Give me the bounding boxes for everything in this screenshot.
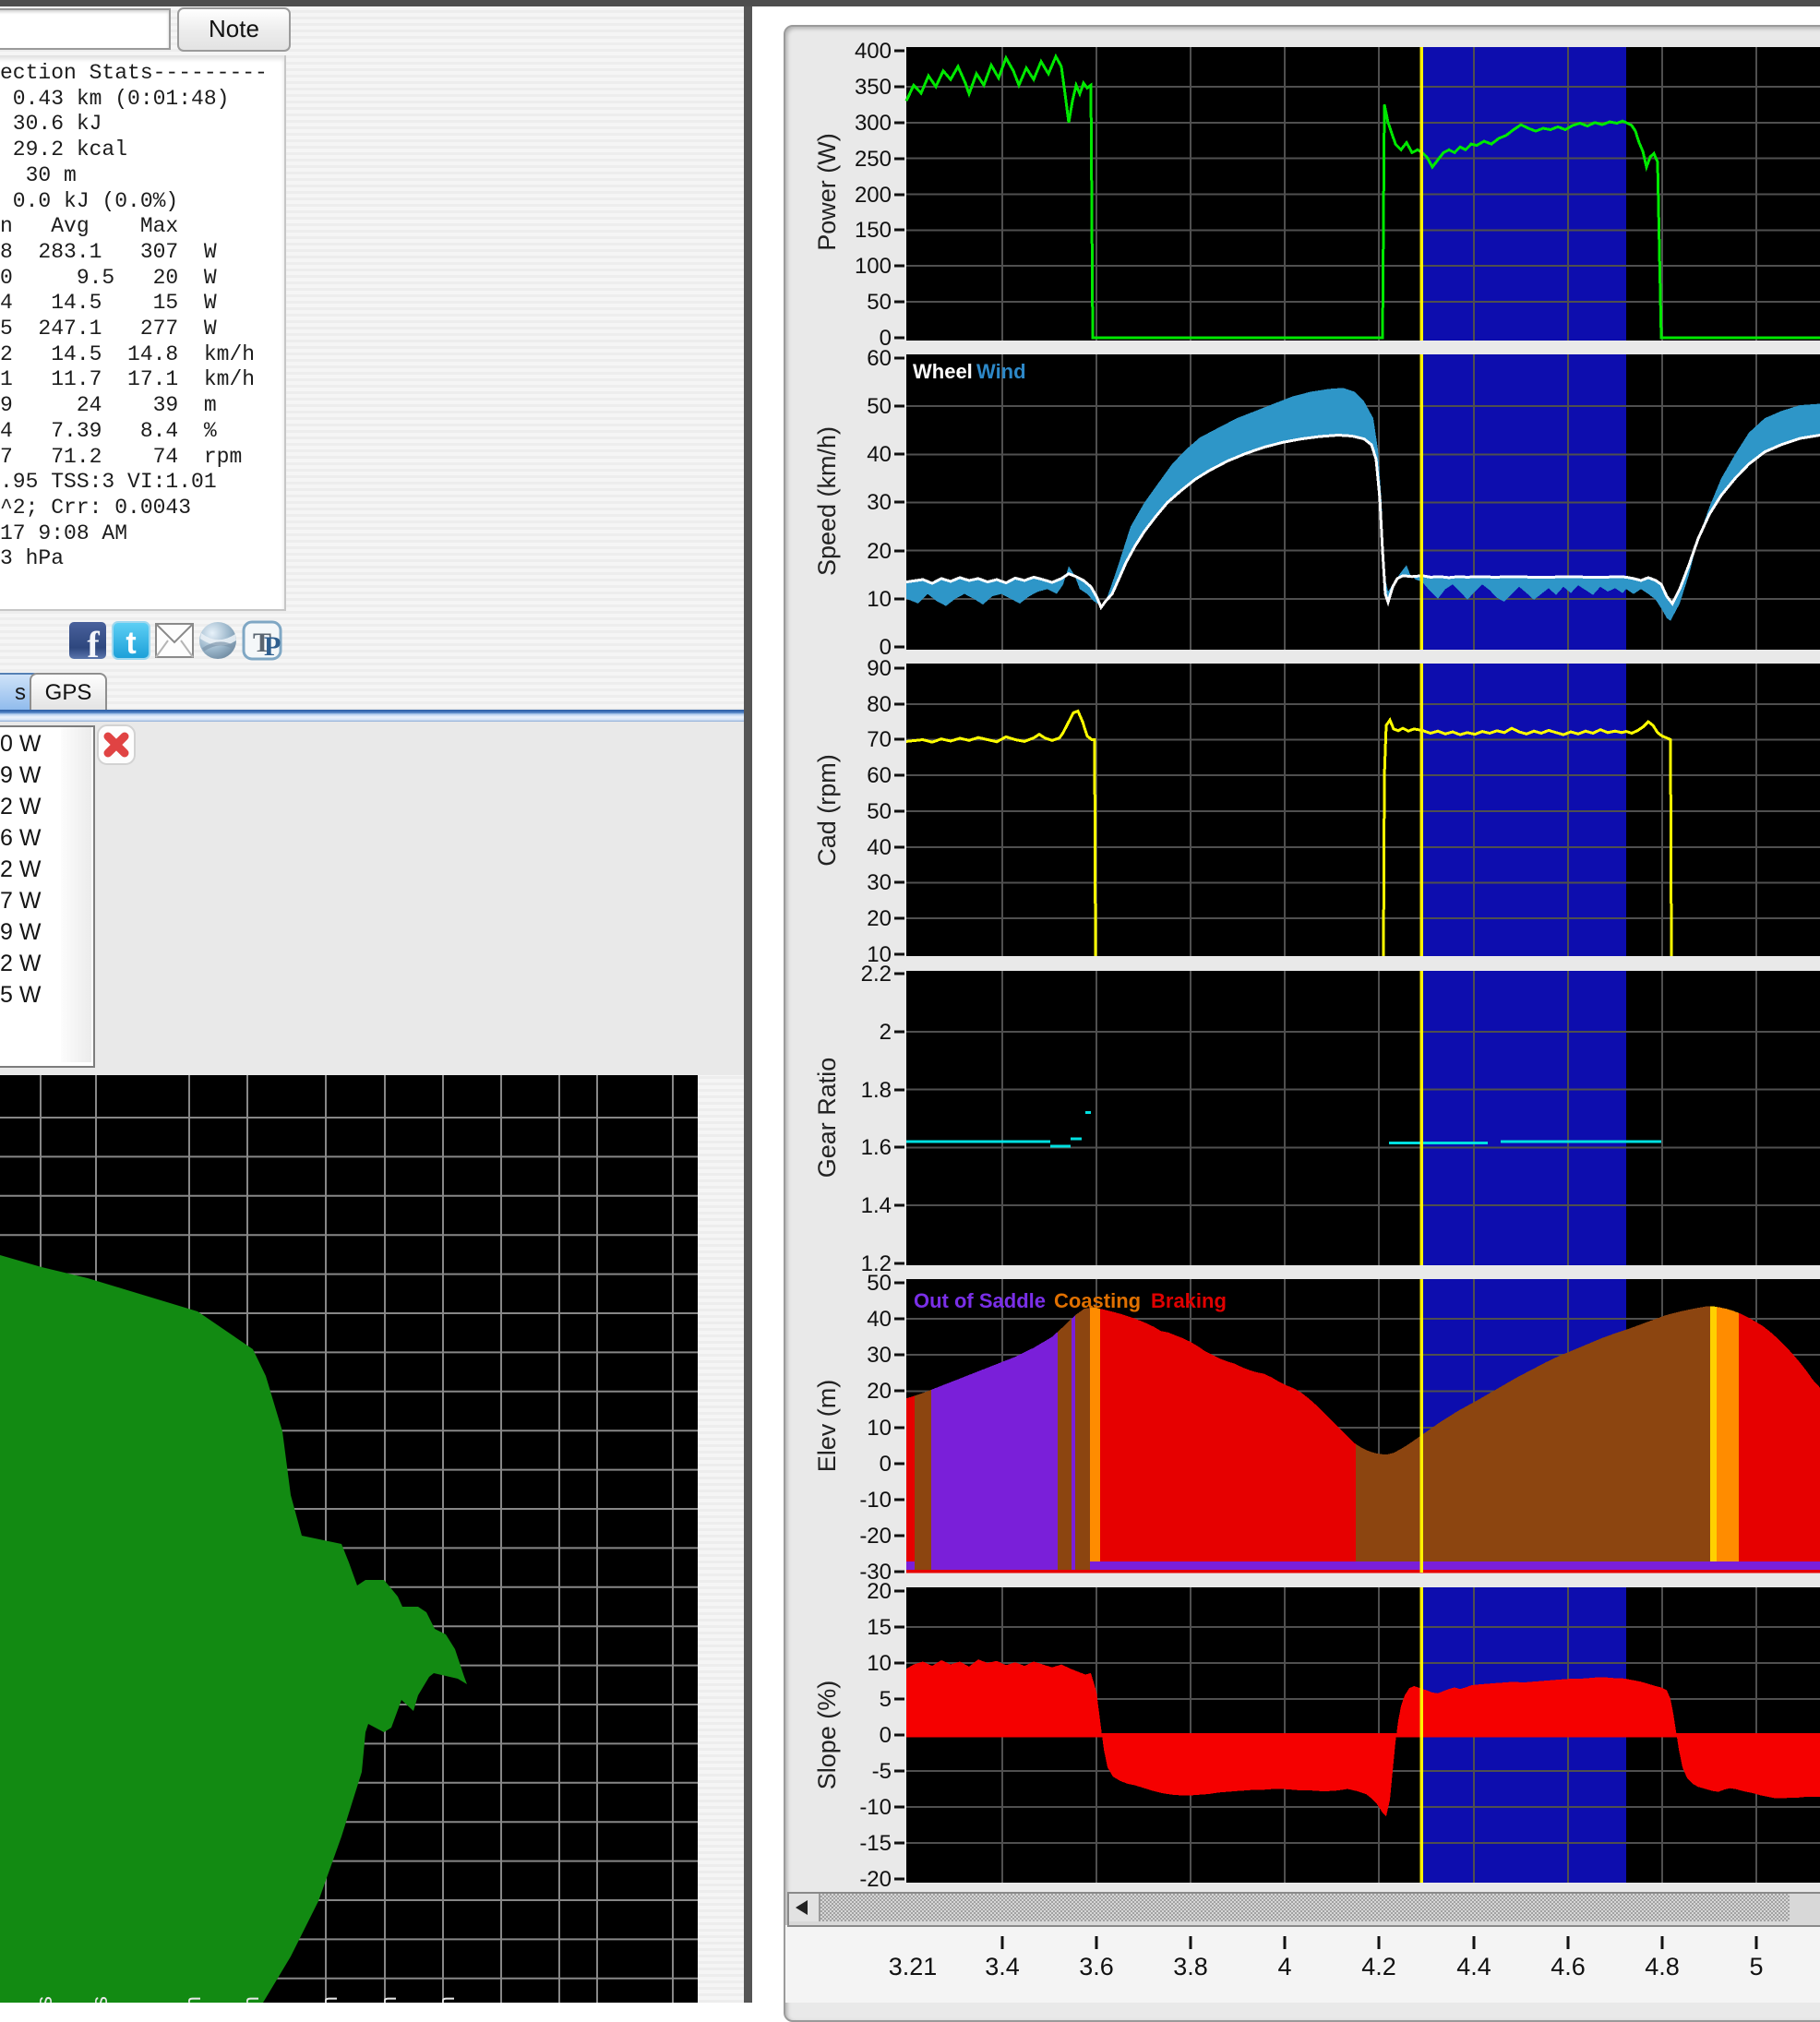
svg-text:50: 50 [867, 799, 892, 824]
svg-text:50: 50 [867, 290, 892, 315]
svg-text:150: 150 [855, 218, 892, 243]
svg-text:Slope (%): Slope (%) [813, 1681, 841, 1790]
svg-text:4.4: 4.4 [1456, 1953, 1491, 1980]
svg-text:10: 10 [867, 1416, 892, 1441]
svg-text:4: 4 [1277, 1953, 1291, 1980]
svg-text:400: 400 [855, 39, 892, 64]
svg-text:-20: -20 [859, 1524, 892, 1549]
svg-text:20: 20 [867, 906, 892, 931]
svg-text:40: 40 [867, 1307, 892, 1332]
svg-text:2: 2 [880, 1020, 892, 1045]
svg-text:40: 40 [867, 835, 892, 860]
svg-text:20: 20 [867, 1579, 892, 1604]
svg-text:Wind: Wind [976, 360, 1026, 383]
svg-text:Elev (m): Elev (m) [813, 1380, 841, 1473]
svg-text:30: 30 [867, 870, 892, 895]
svg-text:0: 0 [880, 1723, 892, 1748]
svg-text:350: 350 [855, 75, 892, 100]
svg-text:1.6: 1.6 [861, 1135, 892, 1160]
svg-text:Wheel: Wheel [913, 360, 973, 383]
svg-text:20: 20 [867, 539, 892, 564]
svg-text:10: 10 [867, 587, 892, 612]
svg-text:5: 5 [880, 1687, 892, 1712]
svg-text:Gear Ratio: Gear Ratio [813, 1058, 841, 1179]
svg-text:3.4: 3.4 [985, 1953, 1020, 1980]
svg-text:2.2: 2.2 [861, 962, 892, 987]
svg-text:-5: -5 [872, 1759, 892, 1784]
svg-text:4.8: 4.8 [1645, 1953, 1680, 1980]
svg-text:5: 5 [1749, 1953, 1763, 1980]
svg-text:Coasting: Coasting [1054, 1289, 1141, 1312]
svg-text:3.6: 3.6 [1079, 1953, 1114, 1980]
svg-text:Power (W): Power (W) [813, 133, 841, 251]
svg-text:0: 0 [880, 1452, 892, 1477]
svg-text:-20: -20 [859, 1867, 892, 1892]
svg-text:40: 40 [867, 442, 892, 467]
svg-text:Braking: Braking [1151, 1289, 1227, 1312]
svg-text:80: 80 [867, 692, 892, 717]
svg-text:30: 30 [867, 490, 892, 515]
svg-text:Speed (km/h): Speed (km/h) [813, 426, 841, 576]
svg-text:200: 200 [855, 183, 892, 208]
svg-text:Out of Saddle: Out of Saddle [914, 1289, 1046, 1312]
svg-text:-15: -15 [859, 1831, 892, 1856]
svg-text:4.6: 4.6 [1551, 1953, 1586, 1980]
svg-text:-10: -10 [859, 1488, 892, 1513]
svg-text:60: 60 [867, 346, 892, 371]
svg-text:20: 20 [867, 1379, 892, 1404]
svg-text:60: 60 [867, 763, 892, 788]
svg-text:1.4: 1.4 [861, 1193, 892, 1218]
svg-text:70: 70 [867, 727, 892, 752]
svg-text:90: 90 [867, 656, 892, 681]
svg-text:15: 15 [867, 1615, 892, 1640]
svg-text:3.8: 3.8 [1173, 1953, 1208, 1980]
svg-text:300: 300 [855, 111, 892, 136]
svg-text:Cad (rpm): Cad (rpm) [813, 754, 841, 867]
svg-text:50: 50 [867, 394, 892, 419]
svg-text:250: 250 [855, 147, 892, 172]
svg-text:1.8: 1.8 [861, 1078, 892, 1103]
svg-text:100: 100 [855, 254, 892, 279]
svg-text:4.2: 4.2 [1361, 1953, 1396, 1980]
svg-text:-10: -10 [859, 1795, 892, 1820]
svg-text:50: 50 [867, 1271, 892, 1296]
svg-text:3.21: 3.21 [889, 1953, 938, 1980]
svg-text:30: 30 [867, 1343, 892, 1368]
svg-text:10: 10 [867, 1651, 892, 1676]
